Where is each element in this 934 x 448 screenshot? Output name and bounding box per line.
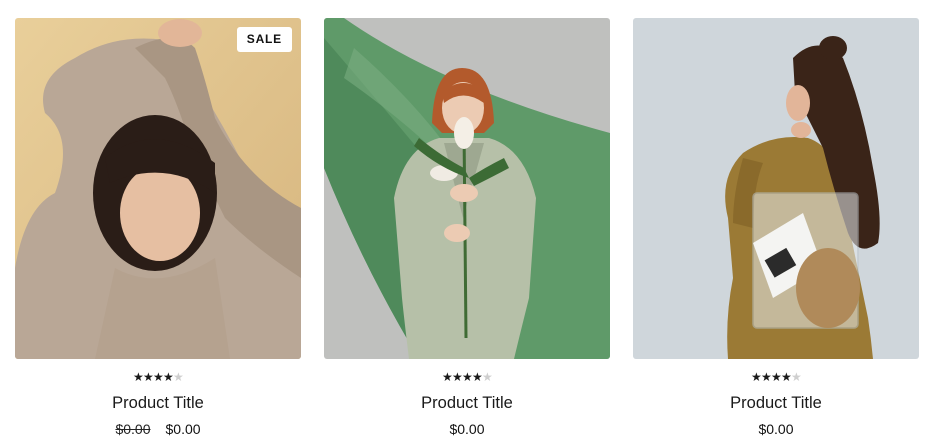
rating-stars: ★ ★ ★ ★ ★ xyxy=(633,370,919,384)
price: $0.00 xyxy=(449,421,485,437)
sale-badge: SALE xyxy=(236,27,292,52)
product-image-link[interactable] xyxy=(633,18,919,359)
product-title-link[interactable]: Product Title xyxy=(633,393,919,413)
compare-at-price: $0.00 xyxy=(115,421,151,437)
product-image-link[interactable] xyxy=(324,18,610,359)
star-icon: ★ xyxy=(462,370,473,384)
sale-price: $0.00 xyxy=(165,421,201,437)
product-image xyxy=(15,18,301,359)
star-outline-icon: ★ xyxy=(482,370,493,384)
product-info: ★ ★ ★ ★ ★ Product Title $0.00 xyxy=(324,370,610,438)
star-outline-icon: ★ xyxy=(173,370,184,384)
product-info: ★ ★ ★ ★ ★ Product Title $0.00 xyxy=(633,370,919,438)
product-image xyxy=(633,18,919,359)
product-title-link[interactable]: Product Title xyxy=(15,393,301,413)
star-icon: ★ xyxy=(442,370,453,384)
star-icon: ★ xyxy=(751,370,762,384)
star-icon: ★ xyxy=(472,370,483,384)
star-icon: ★ xyxy=(781,370,792,384)
product-card[interactable]: ★ ★ ★ ★ ★ Product Title $0.00 xyxy=(324,18,610,437)
product-card[interactable]: SALE ★ ★ ★ ★ ★ Product Title $0.00 $0.00 xyxy=(15,18,301,437)
product-image-link[interactable]: SALE xyxy=(15,18,301,359)
rating-stars: ★ ★ ★ ★ ★ xyxy=(324,370,610,384)
product-title-link[interactable]: Product Title xyxy=(324,393,610,413)
star-icon: ★ xyxy=(143,370,154,384)
star-icon: ★ xyxy=(761,370,772,384)
price: $0.00 xyxy=(758,421,794,437)
price-row: $0.00 xyxy=(633,420,919,438)
price-row: $0.00 $0.00 xyxy=(15,420,301,438)
product-info: ★ ★ ★ ★ ★ Product Title $0.00 $0.00 xyxy=(15,370,301,438)
star-icon: ★ xyxy=(163,370,174,384)
product-card[interactable]: ★ ★ ★ ★ ★ Product Title $0.00 xyxy=(633,18,919,437)
product-image xyxy=(324,18,610,359)
product-grid: SALE ★ ★ ★ ★ ★ Product Title $0.00 $0.00 xyxy=(15,18,919,448)
star-icon: ★ xyxy=(133,370,144,384)
star-icon: ★ xyxy=(153,370,164,384)
rating-stars: ★ ★ ★ ★ ★ xyxy=(15,370,301,384)
star-icon: ★ xyxy=(452,370,463,384)
star-icon: ★ xyxy=(771,370,782,384)
price-row: $0.00 xyxy=(324,420,610,438)
star-outline-icon: ★ xyxy=(791,370,802,384)
